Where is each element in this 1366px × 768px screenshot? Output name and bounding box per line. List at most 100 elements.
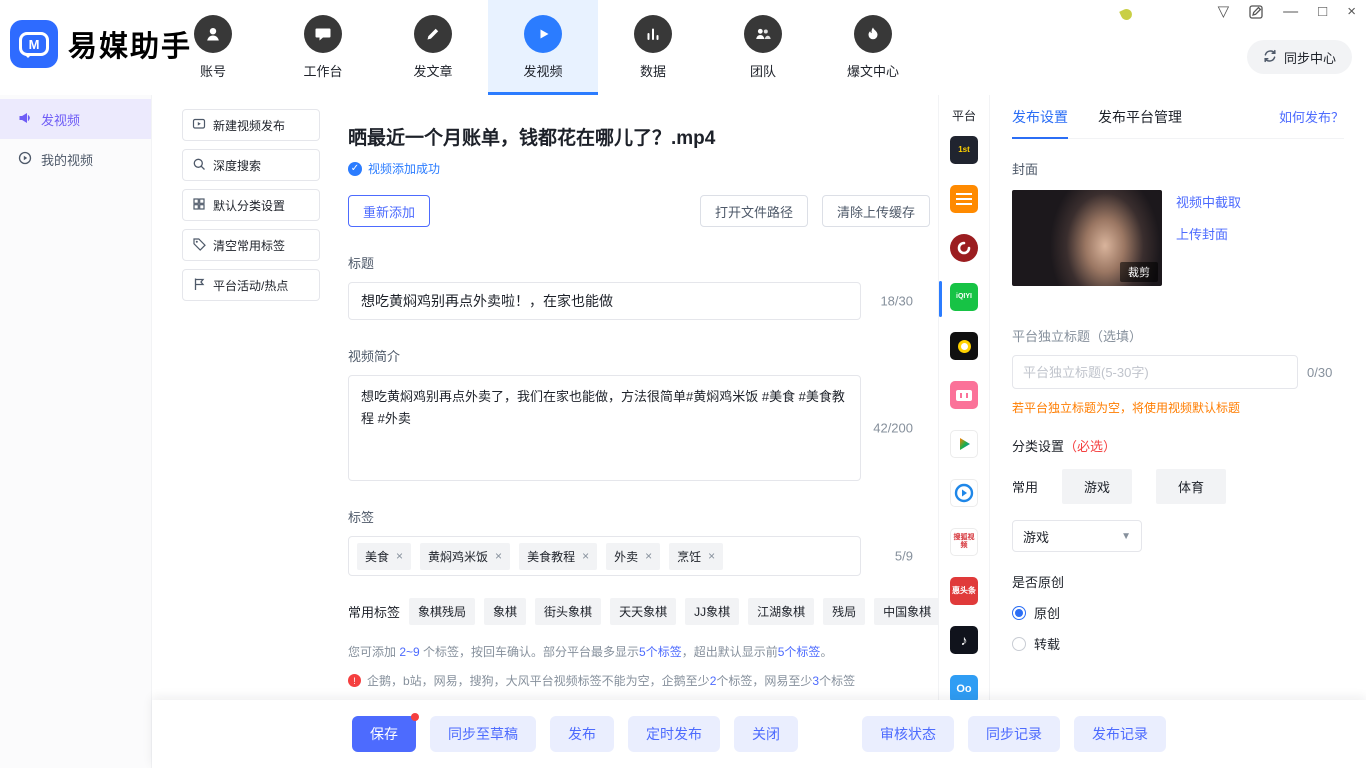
nav-label: 发视频	[523, 61, 562, 80]
platform-icon-color-play[interactable]	[950, 430, 978, 458]
category-chip-sports[interactable]: 体育	[1156, 469, 1226, 504]
tag-slash-icon	[192, 237, 206, 254]
nav-item-data[interactable]: 数据	[598, 0, 708, 95]
common-tag-chip[interactable]: JJ象棋	[685, 598, 739, 625]
nav-item-account[interactable]: 账号	[158, 0, 268, 95]
how-to-publish-link[interactable]: 如何发布？	[1279, 107, 1344, 126]
tag-label: 美食	[365, 548, 389, 565]
nav-item-publish-article[interactable]: 发文章	[378, 0, 488, 95]
cover-thumbnail[interactable]: 裁剪	[1012, 190, 1162, 286]
common-tag-chip[interactable]: 象棋残局	[409, 598, 475, 625]
description-textarea[interactable]: 想吃黄焖鸡别再点外卖了，我们在家也能做，方法很简单#黄焖鸡米饭 #美食 #美食教…	[348, 375, 861, 481]
platform-icon-orange-text[interactable]	[950, 185, 978, 213]
remove-tag-icon[interactable]: ×	[582, 550, 589, 562]
platform-strip-label: 平台	[952, 107, 976, 124]
platform-list: 1st iQIYI 搜狐视频 惠头条 ♪ Oo	[950, 136, 978, 700]
remove-tag-icon[interactable]: ×	[495, 550, 502, 562]
publish-settings-panel: 发布设置 发布平台管理 如何发布？ 封面 裁剪 视频中截取 上传封面 平台独立标…	[990, 95, 1366, 700]
save-button[interactable]: 保存	[352, 716, 416, 752]
clear-common-tags-button[interactable]: 清空常用标签	[182, 229, 320, 261]
check-icon: ✓	[348, 162, 362, 176]
common-tag-chip[interactable]: 江湖象棋	[748, 598, 814, 625]
nav-item-workbench[interactable]: 工作台	[268, 0, 378, 95]
nav-item-publish-video[interactable]: 发视频	[488, 0, 598, 95]
common-tag-chip[interactable]: 中国象棋	[874, 598, 940, 625]
independent-title-input[interactable]	[1012, 355, 1298, 389]
platform-icon-tv-face[interactable]	[950, 381, 978, 409]
maximize-button[interactable]: □	[1318, 4, 1327, 19]
tag-chip: 烹饪×	[669, 543, 723, 570]
remove-tag-icon[interactable]: ×	[708, 550, 715, 562]
platform-icon-1st[interactable]: 1st	[950, 136, 978, 164]
upload-cover-link[interactable]: 上传封面	[1176, 224, 1241, 243]
default-category-settings-button[interactable]: 默认分类设置	[182, 189, 320, 221]
description-counter: 42/200	[873, 421, 913, 436]
sidebar-item-my-videos[interactable]: 我的视频	[0, 139, 151, 179]
category-select[interactable]: 游戏 ▼	[1012, 520, 1142, 552]
capture-from-video-link[interactable]: 视频中截取	[1176, 192, 1241, 211]
edit-icon[interactable]	[1249, 5, 1263, 19]
platform-icon-yellow-ring[interactable]	[950, 332, 978, 360]
platform-icon-sohu-video[interactable]: 搜狐视频	[950, 528, 978, 556]
independent-title-warning: 若平台独立标题为空，将使用视频默认标题	[1012, 399, 1344, 416]
tag-label: 美食教程	[527, 548, 575, 565]
radio-button-checked[interactable]	[1012, 606, 1026, 620]
nav-item-team[interactable]: 团队	[708, 0, 818, 95]
close-form-button[interactable]: 关闭	[734, 716, 798, 752]
minimize-button[interactable]: —	[1283, 4, 1298, 19]
cover-row: 裁剪 视频中截取 上传封面	[1012, 190, 1344, 286]
new-video-publish-button[interactable]: 新建视频发布	[182, 109, 320, 141]
tags-warning-row: ! 企鹅，b站，网易，搜狗，大风平台视频标签不能为空，企鹅至少2个标签，网易至少…	[348, 672, 938, 689]
publish-button[interactable]: 发布	[550, 716, 614, 752]
tags-input-box[interactable]: 美食× 黄焖鸡米饭× 美食教程× 外卖× 烹饪×	[348, 536, 861, 576]
nav-label: 账号	[200, 61, 226, 80]
close-button[interactable]: ×	[1347, 4, 1356, 19]
play-circle-icon	[18, 151, 32, 168]
upload-status: ✓ 视频添加成功	[348, 160, 938, 177]
platform-activity-button[interactable]: 平台活动/热点	[182, 269, 320, 301]
remove-tag-icon[interactable]: ×	[645, 550, 652, 562]
title-input[interactable]	[348, 282, 861, 320]
sidebar-item-label: 我的视频	[41, 150, 93, 169]
common-tag-chip[interactable]: 残局	[823, 598, 865, 625]
remove-tag-icon[interactable]: ×	[396, 550, 403, 562]
common-tag-chip[interactable]: 象棋	[484, 598, 526, 625]
common-tag-chip[interactable]: 街头象棋	[535, 598, 601, 625]
filter-icon[interactable]: ▽	[1218, 4, 1230, 19]
user-icon	[194, 15, 232, 53]
nav-label: 数据	[640, 61, 666, 80]
platform-icon-blue-face[interactable]: Oo	[950, 675, 978, 700]
deep-search-button[interactable]: 深度搜索	[182, 149, 320, 181]
clear-upload-cache-button[interactable]: 清除上传缓存	[822, 195, 930, 227]
radio-button-unchecked[interactable]	[1012, 637, 1026, 651]
platform-icon-swirl[interactable]	[950, 234, 978, 262]
common-tag-chip[interactable]: 天天象棋	[610, 598, 676, 625]
review-status-button[interactable]: 审核状态	[862, 716, 954, 752]
status-text: 视频添加成功	[368, 160, 440, 177]
sync-center-button[interactable]: 同步中心	[1247, 40, 1352, 74]
platform-icon-blue-play[interactable]	[950, 479, 978, 507]
radio-original[interactable]: 原创	[1012, 603, 1344, 622]
radio-repost[interactable]: 转载	[1012, 634, 1344, 653]
re-add-button[interactable]: 重新添加	[348, 195, 430, 227]
platform-icon-iqiyi[interactable]: iQIYI	[950, 283, 978, 311]
crop-label[interactable]: 裁剪	[1120, 262, 1158, 282]
sync-to-draft-button[interactable]: 同步至草稿	[430, 716, 536, 752]
sidebar-item-publish-video[interactable]: 发视频	[0, 99, 151, 139]
required-mark: （必选）	[1064, 439, 1116, 454]
open-file-path-button[interactable]: 打开文件路径	[700, 195, 808, 227]
nav-label: 爆文中心	[847, 61, 899, 80]
common-tags-label: 常用标签	[348, 602, 400, 621]
text-bars-icon	[956, 193, 972, 205]
nav-item-hot-center[interactable]: 爆文中心	[818, 0, 928, 95]
sync-record-button[interactable]: 同步记录	[968, 716, 1060, 752]
platform-icon-huitoutiao[interactable]: 惠头条	[950, 577, 978, 605]
publish-record-button[interactable]: 发布记录	[1074, 716, 1166, 752]
logo-letter: M	[29, 37, 40, 52]
category-chip-game[interactable]: 游戏	[1062, 469, 1132, 504]
tab-platform-management[interactable]: 发布平台管理	[1098, 95, 1182, 139]
scheduled-publish-button[interactable]: 定时发布	[628, 716, 720, 752]
tab-publish-settings[interactable]: 发布设置	[1012, 95, 1068, 139]
description-label: 视频简介	[348, 346, 938, 365]
platform-icon-music-note[interactable]: ♪	[950, 626, 978, 654]
